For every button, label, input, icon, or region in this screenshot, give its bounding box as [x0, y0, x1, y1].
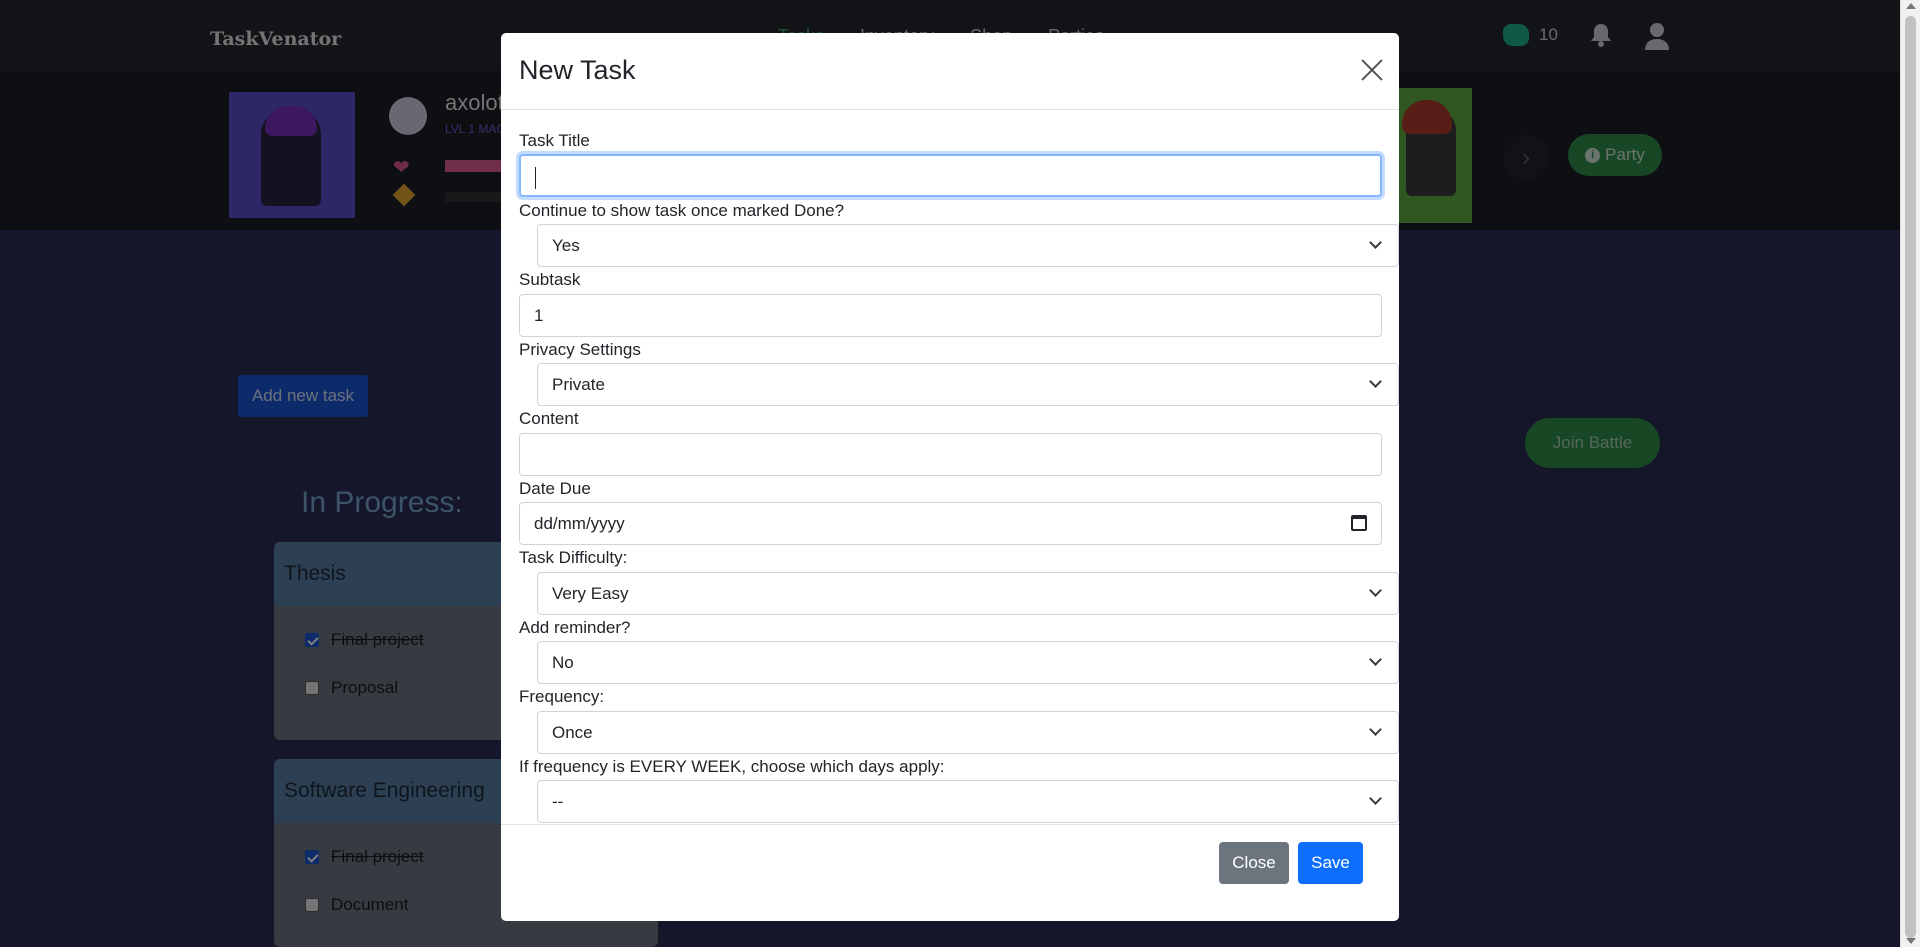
reminder-select[interactable]: No: [537, 641, 1399, 684]
date-due-input[interactable]: dd/mm/yyyy: [519, 502, 1382, 545]
close-button[interactable]: Close: [1219, 842, 1289, 884]
page-scrollbar[interactable]: [1900, 0, 1920, 947]
content-input[interactable]: [519, 433, 1382, 476]
weekdays-value: --: [552, 792, 564, 811]
new-task-modal: New Task Task Title Continue to show tas…: [501, 33, 1399, 921]
calendar-icon[interactable]: [1351, 515, 1367, 531]
continue-show-value: Yes: [552, 236, 580, 255]
chevron-down-icon: [1369, 653, 1382, 666]
chevron-down-icon: [1369, 723, 1382, 736]
difficulty-label: Task Difficulty:: [519, 548, 628, 567]
subtask-label: Subtask: [519, 270, 581, 289]
chevron-down-icon: [1369, 792, 1382, 805]
weekdays-select[interactable]: --: [537, 780, 1399, 823]
reminder-value: No: [552, 653, 574, 672]
task-title-label: Task Title: [519, 131, 590, 150]
privacy-select[interactable]: Private: [537, 363, 1399, 406]
modal-footer: [501, 824, 1399, 825]
privacy-label: Privacy Settings: [519, 340, 641, 359]
difficulty-value: Very Easy: [552, 584, 629, 603]
reminder-label: Add reminder?: [519, 618, 631, 637]
continue-show-label: Continue to show task once marked Done?: [519, 201, 845, 220]
chevron-down-icon: [1369, 584, 1382, 597]
frequency-select[interactable]: Once: [537, 711, 1399, 754]
content-label: Content: [519, 409, 579, 428]
modal-header: New Task: [501, 33, 1399, 110]
date-due-label: Date Due: [519, 479, 591, 498]
chevron-down-icon: [1369, 236, 1382, 249]
scroll-down-icon[interactable]: [1906, 938, 1916, 944]
close-icon[interactable]: [1361, 59, 1383, 81]
frequency-value: Once: [552, 723, 593, 742]
frequency-label: Frequency:: [519, 687, 605, 706]
save-button[interactable]: Save: [1298, 842, 1363, 884]
difficulty-select[interactable]: Very Easy: [537, 572, 1399, 615]
subtask-input[interactable]: 1: [519, 294, 1382, 337]
scroll-up-icon[interactable]: [1906, 3, 1916, 9]
privacy-value: Private: [552, 375, 605, 394]
modal-title: New Task: [519, 55, 636, 85]
continue-show-select[interactable]: Yes: [537, 224, 1399, 267]
scrollbar-thumb[interactable]: [1905, 16, 1916, 938]
date-due-value: dd/mm/yyyy: [534, 514, 625, 533]
task-title-input[interactable]: [519, 154, 1382, 197]
weekdays-label: If frequency is EVERY WEEK, choose which…: [519, 757, 945, 776]
chevron-down-icon: [1369, 375, 1382, 388]
